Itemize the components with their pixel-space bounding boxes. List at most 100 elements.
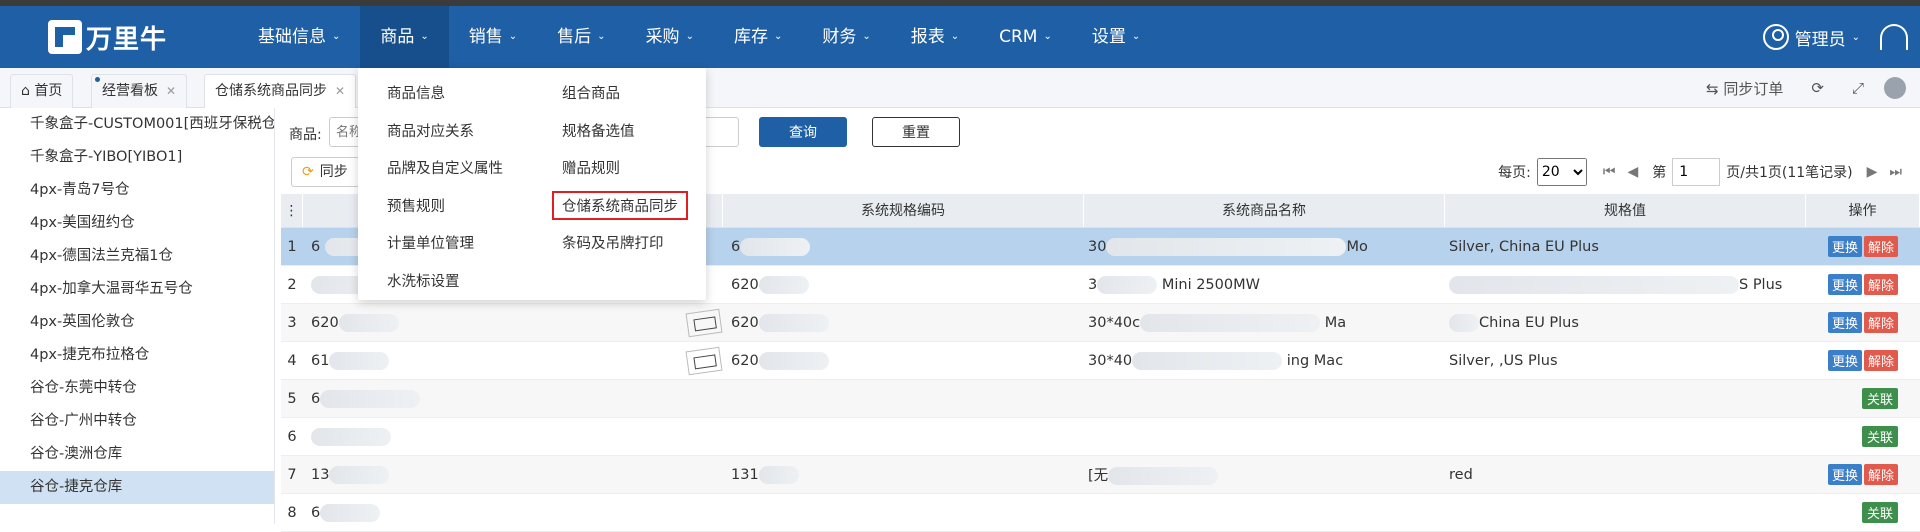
dropdown-item-brand-attributes[interactable]: 品牌及自定义属性 [387,157,503,178]
chevron-down-icon: ⌄ [332,31,341,42]
unbind-button[interactable]: 解除 [1863,274,1898,295]
sidebar-item[interactable]: 4px-德国法兰克福1仓 [0,240,274,273]
unbind-button[interactable]: 解除 [1863,350,1898,371]
logo[interactable]: 万里牛 [48,18,167,56]
sync-button[interactable]: ⟳ 同步 [291,157,359,187]
headset-icon[interactable] [1880,24,1908,50]
menu-item-goods[interactable]: 商品 ⌄ [360,6,449,68]
dropdown-item-gift-rules[interactable]: 赠品规则 [562,157,620,178]
redacted-text [338,313,399,332]
table-row[interactable]: 6 关联 [281,418,1920,456]
menu-item-crm[interactable]: CRM ⌄ [979,6,1072,68]
main-menu: 基础信息 ⌄ 商品 ⌄ 销售 ⌄ 售后 ⌄ 采购 ⌄ 库存 ⌄ 财务 ⌄ 报表 ⌄ CRM ⌄ 设… [238,6,1160,68]
sidebar-item[interactable]: 4px-美国纽约仓 [0,207,274,240]
table-row[interactable]: 4 61 620 30*40 ing Mac Silver, ,US Plus … [281,342,1920,380]
dropdown-item-goods-mapping[interactable]: 商品对应关系 [387,120,474,141]
sidebar-item[interactable]: 千象盒子-CUSTOM001[西班牙保税仓] [0,108,274,141]
close-icon[interactable]: ✕ [166,84,176,98]
user-menu[interactable]: 管理员 ⌄ [1762,6,1860,68]
redacted-text [1140,313,1321,332]
column-menu-icon[interactable]: ⋮ [281,194,303,227]
redacted-text [758,465,799,484]
product-thumbnail [685,308,723,337]
sidebar-item-selected[interactable]: 谷仓-捷克仓库 [0,471,274,504]
replace-button[interactable]: 更换 [1827,312,1862,333]
menu-item-aftersales[interactable]: 售后 ⌄ [537,6,625,68]
redacted-text [758,351,829,370]
page-input[interactable] [1672,158,1721,186]
last-page-icon[interactable]: ⏭ [1889,164,1902,180]
redacted-text [329,465,390,484]
query-button[interactable]: 查询 [759,117,847,147]
dropdown-item-combo-goods[interactable]: 组合商品 [562,82,620,103]
menu-item-inventory[interactable]: 库存 ⌄ [714,6,802,68]
dropdown-item-goods-info[interactable]: 商品信息 [387,82,445,103]
column-header-name: 系统商品名称 [1084,194,1445,227]
redacted-text [1106,237,1347,256]
close-icon[interactable]: ✕ [335,84,345,98]
sidebar-item[interactable]: 4px-加拿大温哥华五号仓 [0,273,274,306]
unsaved-dot-icon [95,77,100,82]
tab-dashboard[interactable]: 经营看板 ✕ [91,74,188,108]
next-page-icon[interactable]: ▶ [1867,164,1878,180]
menu-item-basic[interactable]: 基础信息 ⌄ [238,6,360,68]
redacted-text [740,237,811,256]
tab-warehouse-sync[interactable]: 仓储系统商品同步 ✕ [204,74,357,108]
menu-item-finance[interactable]: 财务 ⌄ [802,6,890,68]
sync-orders-button[interactable]: ⇆ 同步订单 [1706,78,1783,99]
tab-home[interactable]: ⌂ 首页 [10,74,74,108]
unbind-button[interactable]: 解除 [1863,236,1898,257]
sidebar-item[interactable]: 谷仓-东莞中转仓 [0,372,274,405]
sidebar-item[interactable]: 谷仓-澳洲仓库 [0,438,274,471]
link-button[interactable]: 关联 [1861,502,1898,523]
sidebar-item[interactable]: 谷仓-广州中转仓 [0,405,274,438]
column-header-sku: 系统规格编码 [723,194,1084,227]
sidebar-item[interactable]: 千象盒子-YIBO[YIBO1] [0,141,274,174]
table-row[interactable]: 3 620 620 30*40c Ma China EU Plus 更换 解除 [281,304,1920,342]
table-row[interactable]: 5 6 关联 [281,380,1920,418]
chevron-down-icon: ⌄ [685,31,694,42]
sidebar-item[interactable]: 4px-捷克布拉格仓 [0,339,274,372]
sidebar-item[interactable]: 4px-英国伦敦仓 [0,306,274,339]
table-row[interactable]: 7 13 131 [无 red 更换 解除 [281,456,1920,494]
replace-button[interactable]: 更换 [1827,464,1862,485]
link-button[interactable]: 关联 [1861,426,1898,447]
reset-button[interactable]: 重置 [872,117,960,147]
tab-tools: ⇆ 同步订单 ⟳ ⤢ [1692,68,1920,108]
table-row[interactable]: 8 6 关联 [281,494,1920,532]
per-page-select[interactable]: 20 [1536,158,1587,186]
refresh-icon[interactable]: ⟳ [1811,79,1824,97]
gear-icon[interactable] [1884,77,1906,99]
chevron-down-icon: ⌄ [862,31,871,42]
dropdown-item-barcode-print[interactable]: 条码及吊牌打印 [562,232,664,253]
tab-bar: ⌂ 首页 经营看板 ✕ 仓储系统商品同步 ✕ ⇆ 同步订单 ⟳ ⤢ [0,68,1920,108]
menu-item-sales[interactable]: 销售 ⌄ [449,6,537,68]
redacted-text [320,389,421,408]
replace-button[interactable]: 更换 [1827,350,1862,371]
dropdown-item-spec-options[interactable]: 规格备选值 [562,120,635,141]
redacted-text [329,351,390,370]
replace-button[interactable]: 更换 [1827,274,1862,295]
replace-button[interactable]: 更换 [1827,236,1862,257]
dropdown-item-wash-label[interactable]: 水洗标设置 [387,270,460,291]
dropdown-item-unit-management[interactable]: 计量单位管理 [387,232,474,253]
menu-item-reports[interactable]: 报表 ⌄ [891,6,979,68]
chevron-down-icon: ⌄ [950,31,960,42]
dropdown-item-warehouse-sync[interactable]: 仓储系统商品同步 [552,191,688,220]
sidebar-item[interactable]: 4px-青岛7号仓 [0,174,274,207]
dropdown-item-presale-rules[interactable]: 预售规则 [387,195,445,216]
menu-item-purchase[interactable]: 采购 ⌄ [626,6,714,68]
redacted-text [1132,351,1283,370]
unbind-button[interactable]: 解除 [1863,464,1898,485]
search-label: 商品: [289,127,322,143]
menu-item-settings[interactable]: 设置 ⌄ [1072,6,1160,68]
prev-page-icon[interactable]: ◀ [1627,164,1638,180]
redacted-text [1108,467,1219,485]
first-page-icon[interactable]: ⏮ [1603,164,1616,180]
fullscreen-icon[interactable]: ⤢ [1852,79,1864,97]
page-label-pre: 第 [1652,165,1667,181]
link-button[interactable]: 关联 [1861,388,1898,409]
redacted-text [758,275,809,294]
unbind-button[interactable]: 解除 [1863,312,1898,333]
chevron-down-icon: ⌄ [597,31,606,42]
